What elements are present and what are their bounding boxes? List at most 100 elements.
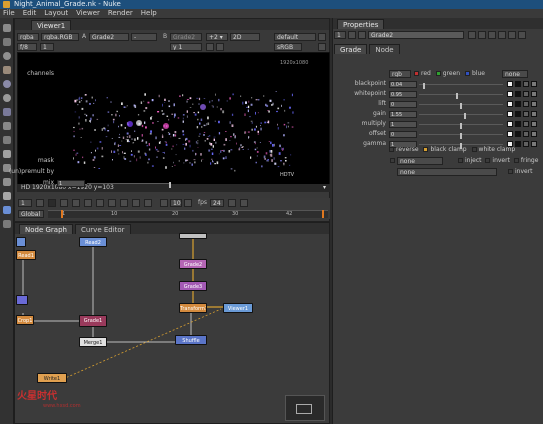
node-grade1[interactable]: Grade1	[79, 315, 107, 327]
frame-ruler[interactable]: 1 10 20 30 42	[48, 210, 328, 218]
knob-slider-handle[interactable]	[460, 123, 462, 129]
draw-nodes-icon[interactable]	[3, 38, 11, 46]
blue-checkbox[interactable]	[465, 71, 471, 76]
step-back-increment-icon[interactable]	[160, 199, 168, 207]
image-nodes-icon[interactable]	[3, 24, 11, 32]
close-icon[interactable]	[518, 31, 526, 39]
gamma-field[interactable]: 1	[40, 43, 54, 51]
knob-slider-handle[interactable]	[460, 103, 462, 109]
node-write1[interactable]: Write1	[37, 373, 67, 383]
picker-icon[interactable]	[523, 81, 529, 87]
step-forward-icon[interactable]	[120, 199, 128, 207]
picker-icon[interactable]	[523, 101, 529, 107]
filter-nodes-icon[interactable]	[3, 94, 11, 102]
lock-range-icon[interactable]	[240, 199, 248, 207]
picker-icon[interactable]	[523, 131, 529, 137]
swatch-black[interactable]	[515, 141, 521, 147]
node-grade2[interactable]: Grade2	[179, 259, 207, 269]
anim-icon[interactable]	[531, 111, 537, 117]
menu-render[interactable]: Render	[108, 9, 133, 18]
anim-icon[interactable]	[531, 101, 537, 107]
menu-edit[interactable]: Edit	[23, 9, 37, 18]
wipe-mode-dropdown[interactable]: -	[131, 33, 157, 41]
swatch-black[interactable]	[515, 101, 521, 107]
anim-icon[interactable]	[531, 81, 537, 87]
node-graph-panel[interactable]: Node Graph Curve Editor Read1 Crop1 Read…	[14, 222, 330, 424]
swatch-white[interactable]	[507, 81, 513, 87]
fringe-checkbox[interactable]	[513, 158, 519, 163]
tab-viewer1[interactable]: Viewer1	[31, 20, 72, 30]
node-read1[interactable]: Read1	[16, 250, 36, 260]
play-backward-icon[interactable]	[84, 199, 92, 207]
paint-icon[interactable]	[216, 43, 224, 51]
step-forward-increment-icon[interactable]	[184, 199, 192, 207]
clear-panels-icon[interactable]	[358, 31, 366, 39]
lut-dropdown[interactable]: default	[274, 33, 316, 41]
extra-channel-select[interactable]: none	[502, 70, 528, 78]
unpremult-select[interactable]: none	[397, 168, 497, 176]
keyer-nodes-icon[interactable]	[3, 108, 11, 116]
next-key-icon[interactable]	[132, 199, 140, 207]
mask-checkbox[interactable]	[390, 158, 395, 163]
step-field[interactable]: 10	[170, 199, 182, 207]
node-merge1[interactable]: Merge1	[79, 337, 107, 347]
anim-icon[interactable]	[531, 121, 537, 127]
clip-warning-icon[interactable]	[206, 43, 214, 51]
color-nodes-icon[interactable]	[3, 80, 11, 88]
node-viewer1[interactable]: Viewer1	[223, 303, 253, 313]
viewer-canvas[interactable]: 1920x1080 HDTV	[17, 52, 330, 190]
first-frame-icon[interactable]	[36, 199, 44, 207]
mix-field[interactable]: 1	[57, 180, 85, 187]
node-input-top[interactable]	[179, 233, 207, 239]
anim-icon[interactable]	[531, 141, 537, 147]
knob-slider-handle[interactable]	[456, 93, 458, 99]
swatch-black[interactable]	[515, 91, 521, 97]
reverse-checkbox[interactable]	[389, 147, 394, 152]
node-grade3[interactable]: Grade3	[179, 281, 207, 291]
fps-field[interactable]: 24	[210, 199, 224, 207]
undo-icon[interactable]	[488, 31, 496, 39]
out-point-marker[interactable]	[322, 210, 324, 218]
mask-select[interactable]: none	[397, 157, 443, 165]
mix-slider-knob[interactable]	[169, 182, 171, 188]
other-nodes-icon[interactable]	[3, 192, 11, 200]
swatch-white[interactable]	[507, 91, 513, 97]
range-scope-dropdown[interactable]: Global	[18, 210, 44, 218]
tab-node[interactable]: Node	[369, 44, 400, 54]
step-back-icon[interactable]	[72, 199, 80, 207]
channels-select[interactable]: rgb	[389, 70, 411, 78]
picker-icon[interactable]	[523, 111, 529, 117]
viewer-settings-icon[interactable]	[318, 33, 326, 41]
swatch-white[interactable]	[507, 111, 513, 117]
swatch-black[interactable]	[515, 81, 521, 87]
navigator-minimap[interactable]	[285, 395, 325, 421]
white-clamp-checkbox[interactable]	[471, 147, 477, 152]
last-frame-icon[interactable]	[144, 199, 152, 207]
loop-icon[interactable]	[228, 199, 236, 207]
menu-viewer[interactable]: Viewer	[76, 9, 100, 18]
swatch-white[interactable]	[507, 121, 513, 127]
navigator-viewport[interactable]	[296, 404, 312, 414]
knob-slider-handle[interactable]	[464, 113, 466, 119]
menu-help[interactable]: Help	[141, 9, 157, 18]
roi-icon[interactable]	[318, 43, 326, 51]
picker-icon[interactable]	[523, 121, 529, 127]
node-read2[interactable]	[16, 237, 26, 247]
swatch-white[interactable]	[507, 131, 513, 137]
stop-icon[interactable]	[48, 199, 56, 207]
knob-slider-handle[interactable]	[423, 83, 425, 89]
float-icon[interactable]	[508, 31, 516, 39]
input-a-dropdown[interactable]: Grade2	[89, 33, 129, 41]
knob-slider-blackpoint[interactable]	[419, 83, 503, 91]
knob-field-gain[interactable]: 1.55	[389, 111, 417, 118]
invert2-checkbox[interactable]	[508, 169, 513, 174]
mix-slider[interactable]	[87, 182, 171, 190]
knob-slider-handle[interactable]	[460, 133, 462, 139]
picker-icon[interactable]	[523, 141, 529, 147]
knob-slider-whitepoint[interactable]	[419, 93, 503, 101]
y-field[interactable]: y 1	[170, 43, 202, 51]
prev-key-icon[interactable]	[60, 199, 68, 207]
transform-nodes-icon[interactable]	[3, 136, 11, 144]
toolsets-icon[interactable]	[3, 220, 11, 228]
play-forward-icon[interactable]	[108, 199, 116, 207]
